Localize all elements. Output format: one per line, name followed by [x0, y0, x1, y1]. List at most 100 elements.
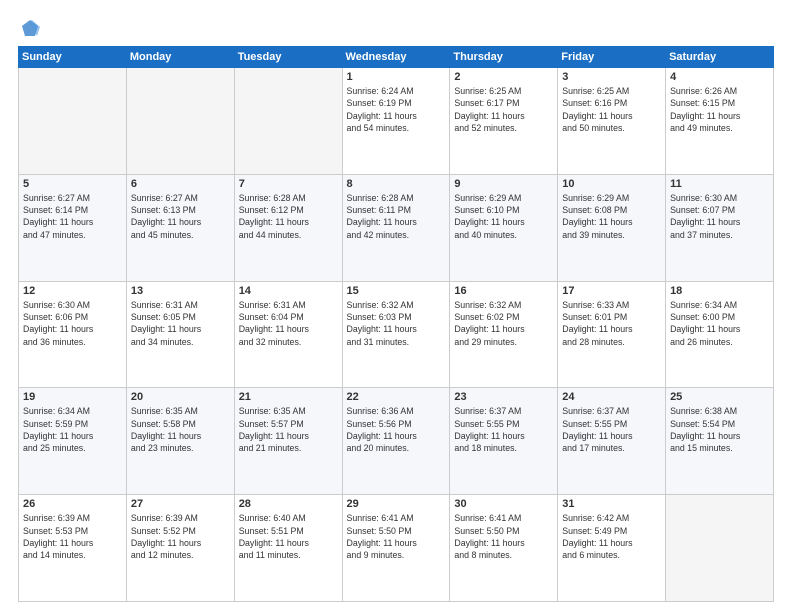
day-info: Sunrise: 6:28 AM Sunset: 6:12 PM Dayligh… [239, 192, 338, 241]
day-info: Sunrise: 6:34 AM Sunset: 6:00 PM Dayligh… [670, 299, 769, 348]
calendar-cell: 2 Sunrise: 6:25 AM Sunset: 6:17 PM Daylig… [450, 68, 558, 175]
calendar-cell: 14 Sunrise: 6:31 AM Sunset: 6:04 PM Dayli… [234, 281, 342, 388]
calendar-cell: 11 Sunrise: 6:30 AM Sunset: 6:07 PM Dayli… [666, 174, 774, 281]
calendar-cell: 9 Sunrise: 6:29 AM Sunset: 6:10 PM Daylig… [450, 174, 558, 281]
weekday-header-sunday: Sunday [19, 47, 127, 68]
day-info: Sunrise: 6:30 AM Sunset: 6:06 PM Dayligh… [23, 299, 122, 348]
day-number: 27 [131, 498, 230, 510]
calendar-cell: 31 Sunrise: 6:42 AM Sunset: 5:49 PM Dayli… [558, 495, 666, 602]
day-info: Sunrise: 6:27 AM Sunset: 6:14 PM Dayligh… [23, 192, 122, 241]
day-info: Sunrise: 6:34 AM Sunset: 5:59 PM Dayligh… [23, 405, 122, 454]
day-number: 10 [562, 178, 661, 190]
day-number: 4 [670, 71, 769, 83]
day-number: 6 [131, 178, 230, 190]
header [18, 18, 774, 38]
calendar-cell: 21Sunrise: 6:35 AM Sunset: 5:57 PM Dayli… [234, 388, 342, 495]
day-number: 3 [562, 71, 661, 83]
calendar-cell: 16Sunrise: 6:32 AM Sunset: 6:02 PM Dayli… [450, 281, 558, 388]
day-info: Sunrise: 6:32 AM Sunset: 6:02 PM Dayligh… [454, 299, 553, 348]
day-number: 5 [23, 178, 122, 190]
calendar-cell [126, 68, 234, 175]
day-info: Sunrise: 6:35 AM Sunset: 5:58 PM Dayligh… [131, 405, 230, 454]
day-info: Sunrise: 6:38 AM Sunset: 5:54 PM Dayligh… [670, 405, 769, 454]
day-number: 26 [23, 498, 122, 510]
calendar-cell: 13 Sunrise: 6:31 AM Sunset: 6:05 PM Dayli… [126, 281, 234, 388]
day-info: Sunrise: 6:25 AM Sunset: 6:17 PM Dayligh… [454, 85, 553, 134]
day-number: 8 [347, 178, 446, 190]
calendar-cell: 24 Sunrise: 6:37 AM Sunset: 5:55 PM Dayli… [558, 388, 666, 495]
day-info: Sunrise: 6:31 AM Sunset: 6:04 PM Dayligh… [239, 299, 338, 348]
week-row-5: 26 Sunrise: 6:39 AM Sunset: 5:53 PM Dayli… [19, 495, 774, 602]
day-info: Sunrise: 6:29 AM Sunset: 6:08 PM Dayligh… [562, 192, 661, 241]
calendar-cell: 8 Sunrise: 6:28 AM Sunset: 6:11 PM Daylig… [342, 174, 450, 281]
calendar-cell [19, 68, 127, 175]
day-info: Sunrise: 6:37 AM Sunset: 5:55 PM Dayligh… [562, 405, 661, 454]
day-info: Sunrise: 6:40 AM Sunset: 5:51 PM Dayligh… [239, 512, 338, 561]
page: SundayMondayTuesdayWednesdayThursdayFrid… [0, 0, 792, 612]
weekday-header-tuesday: Tuesday [234, 47, 342, 68]
day-number: 29 [347, 498, 446, 510]
day-number: 1 [347, 71, 446, 83]
day-number: 12 [23, 285, 122, 297]
day-info: Sunrise: 6:29 AM Sunset: 6:10 PM Dayligh… [454, 192, 553, 241]
day-number: 13 [131, 285, 230, 297]
calendar-cell: 4 Sunrise: 6:26 AM Sunset: 6:15 PM Daylig… [666, 68, 774, 175]
week-row-2: 5 Sunrise: 6:27 AM Sunset: 6:14 PM Daylig… [19, 174, 774, 281]
weekday-header-monday: Monday [126, 47, 234, 68]
calendar-cell: 30 Sunrise: 6:41 AM Sunset: 5:50 PM Dayli… [450, 495, 558, 602]
week-row-4: 19 Sunrise: 6:34 AM Sunset: 5:59 PM Dayli… [19, 388, 774, 495]
calendar-cell: 25Sunrise: 6:38 AM Sunset: 5:54 PM Dayli… [666, 388, 774, 495]
day-number: 20 [131, 391, 230, 403]
calendar-cell: 28 Sunrise: 6:40 AM Sunset: 5:51 PM Dayli… [234, 495, 342, 602]
day-number: 2 [454, 71, 553, 83]
day-number: 21 [239, 391, 338, 403]
day-info: Sunrise: 6:28 AM Sunset: 6:11 PM Dayligh… [347, 192, 446, 241]
calendar-cell: 19 Sunrise: 6:34 AM Sunset: 5:59 PM Dayli… [19, 388, 127, 495]
calendar-cell: 5 Sunrise: 6:27 AM Sunset: 6:14 PM Daylig… [19, 174, 127, 281]
day-number: 9 [454, 178, 553, 190]
calendar-cell: 10 Sunrise: 6:29 AM Sunset: 6:08 PM Dayli… [558, 174, 666, 281]
day-number: 7 [239, 178, 338, 190]
calendar-cell: 26 Sunrise: 6:39 AM Sunset: 5:53 PM Dayli… [19, 495, 127, 602]
calendar-cell: 1 Sunrise: 6:24 AM Sunset: 6:19 PM Daylig… [342, 68, 450, 175]
weekday-header-thursday: Thursday [450, 47, 558, 68]
day-number: 28 [239, 498, 338, 510]
calendar-cell: 18Sunrise: 6:34 AM Sunset: 6:00 PM Dayli… [666, 281, 774, 388]
weekday-header-row: SundayMondayTuesdayWednesdayThursdayFrid… [19, 47, 774, 68]
calendar-cell: 29Sunrise: 6:41 AM Sunset: 5:50 PM Dayli… [342, 495, 450, 602]
day-info: Sunrise: 6:24 AM Sunset: 6:19 PM Dayligh… [347, 85, 446, 134]
logo-icon [20, 18, 40, 38]
day-number: 24 [562, 391, 661, 403]
day-info: Sunrise: 6:30 AM Sunset: 6:07 PM Dayligh… [670, 192, 769, 241]
calendar-table: SundayMondayTuesdayWednesdayThursdayFrid… [18, 46, 774, 602]
day-info: Sunrise: 6:32 AM Sunset: 6:03 PM Dayligh… [347, 299, 446, 348]
day-number: 23 [454, 391, 553, 403]
day-number: 30 [454, 498, 553, 510]
calendar-cell: 15Sunrise: 6:32 AM Sunset: 6:03 PM Dayli… [342, 281, 450, 388]
day-number: 22 [347, 391, 446, 403]
day-info: Sunrise: 6:41 AM Sunset: 5:50 PM Dayligh… [454, 512, 553, 561]
logo [18, 18, 40, 38]
day-number: 17 [562, 285, 661, 297]
day-number: 19 [23, 391, 122, 403]
calendar-cell: 7 Sunrise: 6:28 AM Sunset: 6:12 PM Daylig… [234, 174, 342, 281]
weekday-header-friday: Friday [558, 47, 666, 68]
day-info: Sunrise: 6:37 AM Sunset: 5:55 PM Dayligh… [454, 405, 553, 454]
day-info: Sunrise: 6:26 AM Sunset: 6:15 PM Dayligh… [670, 85, 769, 134]
calendar-cell: 12 Sunrise: 6:30 AM Sunset: 6:06 PM Dayli… [19, 281, 127, 388]
day-info: Sunrise: 6:31 AM Sunset: 6:05 PM Dayligh… [131, 299, 230, 348]
day-info: Sunrise: 6:39 AM Sunset: 5:53 PM Dayligh… [23, 512, 122, 561]
day-number: 14 [239, 285, 338, 297]
calendar-cell [234, 68, 342, 175]
calendar-cell: 22 Sunrise: 6:36 AM Sunset: 5:56 PM Dayli… [342, 388, 450, 495]
calendar-cell: 20 Sunrise: 6:35 AM Sunset: 5:58 PM Dayli… [126, 388, 234, 495]
day-number: 31 [562, 498, 661, 510]
day-info: Sunrise: 6:36 AM Sunset: 5:56 PM Dayligh… [347, 405, 446, 454]
calendar-cell: 23 Sunrise: 6:37 AM Sunset: 5:55 PM Dayli… [450, 388, 558, 495]
day-info: Sunrise: 6:25 AM Sunset: 6:16 PM Dayligh… [562, 85, 661, 134]
day-number: 11 [670, 178, 769, 190]
calendar-cell: 17Sunrise: 6:33 AM Sunset: 6:01 PM Dayli… [558, 281, 666, 388]
weekday-header-saturday: Saturday [666, 47, 774, 68]
week-row-3: 12 Sunrise: 6:30 AM Sunset: 6:06 PM Dayli… [19, 281, 774, 388]
day-info: Sunrise: 6:42 AM Sunset: 5:49 PM Dayligh… [562, 512, 661, 561]
